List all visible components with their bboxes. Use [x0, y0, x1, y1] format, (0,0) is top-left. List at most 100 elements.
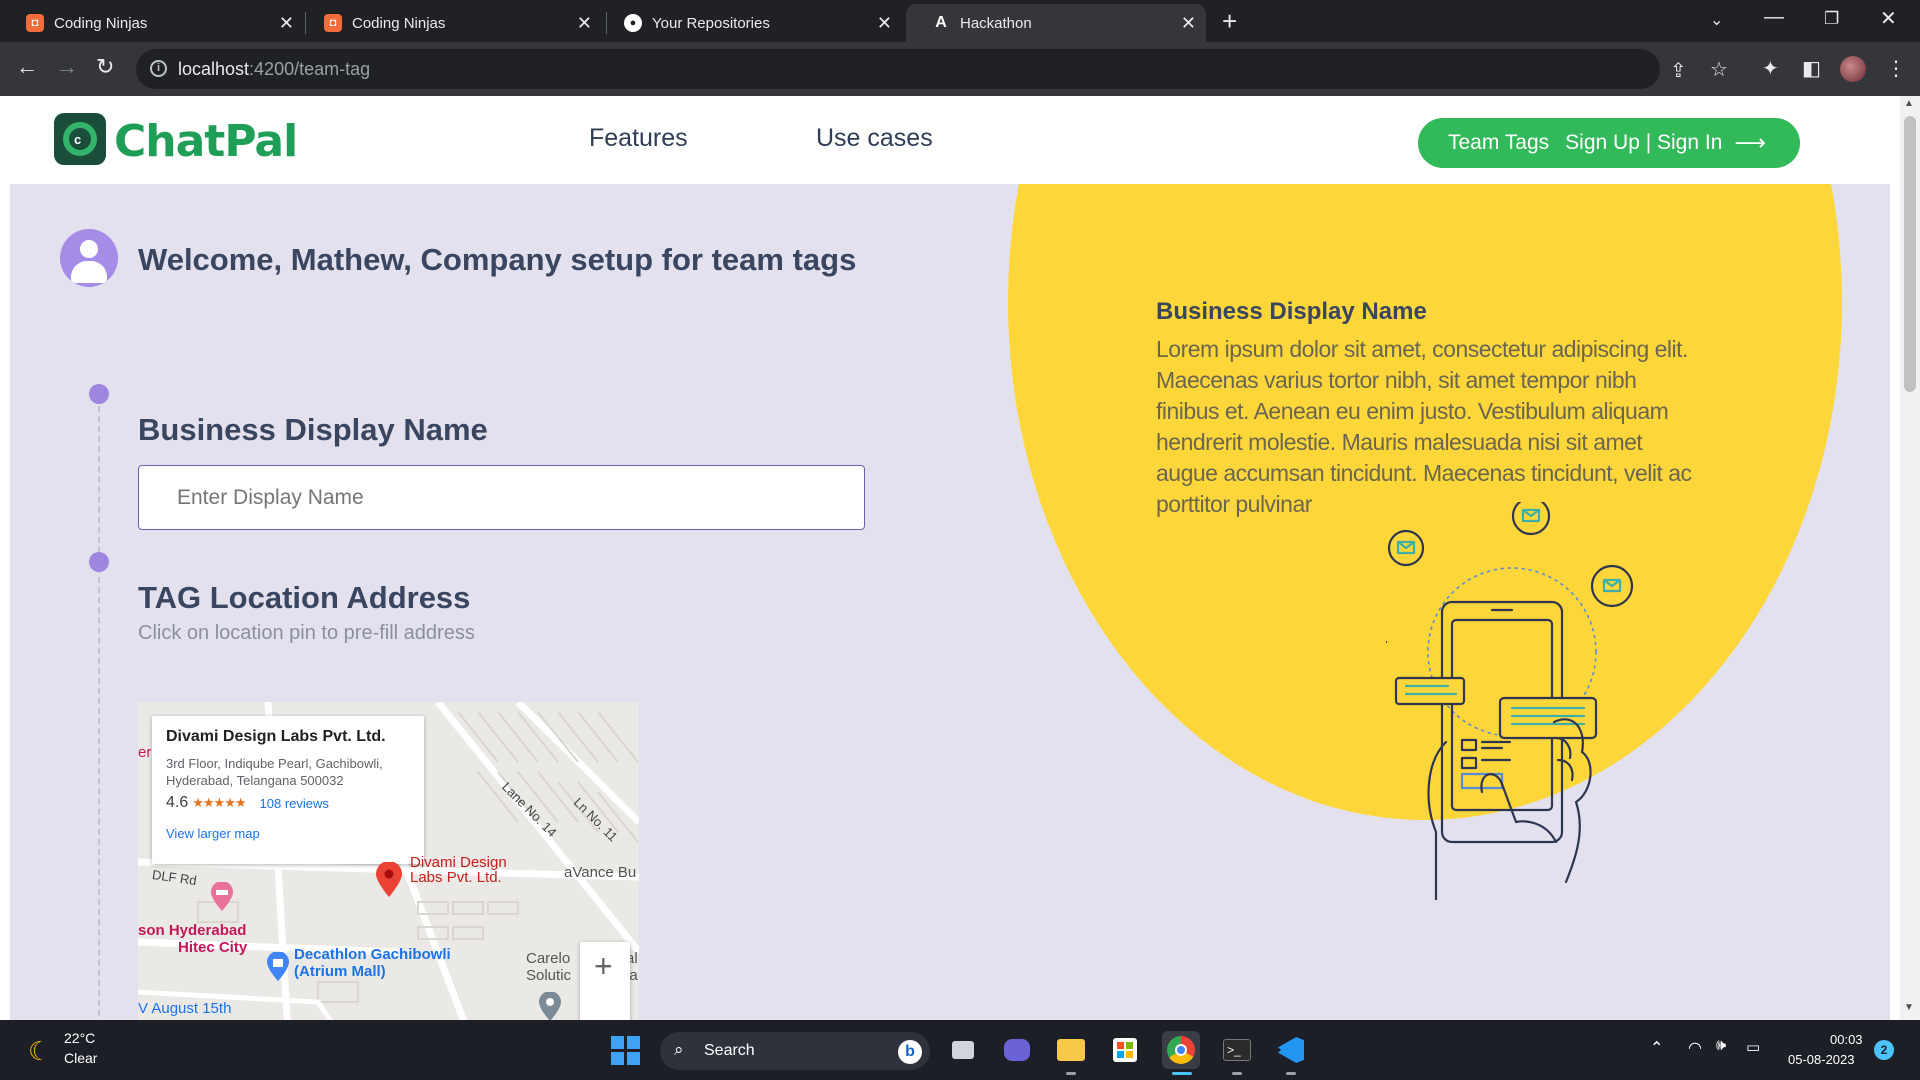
address-bar[interactable]: i localhost:4200/team-tag ⇪ ☆: [136, 49, 1728, 89]
restore-button[interactable]: ❐: [1824, 9, 1839, 29]
browser-tabstrip: ◘ Coding Ninjas ✕ ◘ Coding Ninjas ✕ ● Yo…: [0, 0, 1920, 42]
volume-icon[interactable]: 🕪: [1716, 1037, 1726, 1055]
weather-condition[interactable]: Clear: [64, 1050, 97, 1066]
weather-temperature[interactable]: 22°C: [64, 1030, 95, 1046]
signup-signin-link[interactable]: Sign Up | Sign In: [1565, 131, 1722, 155]
preview-title: Business Display Name: [1156, 298, 1427, 325]
nav-use-cases[interactable]: Use cases: [816, 124, 933, 153]
file-explorer-icon[interactable]: [1052, 1031, 1090, 1069]
tab-label: Coding Ninjas: [54, 14, 148, 32]
scroll-down-icon[interactable]: ▼: [1904, 1002, 1914, 1013]
close-icon[interactable]: ✕: [279, 13, 294, 34]
tab-search-icon[interactable]: ⌄: [1710, 10, 1723, 30]
notification-badge[interactable]: 2: [1874, 1040, 1894, 1060]
hotel-label: son Hyderabad Hitec City: [138, 922, 248, 956]
map-pin-icon[interactable]: [374, 862, 404, 898]
tab-label: Hackathon: [960, 14, 1032, 32]
view-larger-map-link[interactable]: View larger map: [166, 826, 410, 841]
clock-date[interactable]: 05-08-2023: [1788, 1052, 1855, 1067]
menu-icon[interactable]: ⋮: [1886, 56, 1906, 81]
taskbar-search[interactable]: ⌕ Search b: [660, 1032, 930, 1070]
minimize-button[interactable]: —: [1764, 6, 1784, 29]
browser-toolbar: ← → ↻ i localhost:4200/team-tag ⇪ ☆ ✦ ◧ …: [0, 42, 1920, 96]
back-button[interactable]: ←: [16, 54, 38, 80]
bookmark-star-icon[interactable]: ☆: [1710, 57, 1728, 82]
windows-logo-icon: [610, 1035, 640, 1065]
team-tags-auth-button[interactable]: Team Tags Sign Up | Sign In ⟶: [1418, 118, 1800, 168]
terminal-icon[interactable]: >_: [1218, 1031, 1256, 1069]
url-text: localhost:4200/team-tag: [178, 59, 371, 79]
hotel-pin-icon[interactable]: [210, 882, 234, 912]
shopping-pin-icon[interactable]: [266, 952, 290, 982]
map-place-label: Carelo Solutic: [526, 950, 572, 984]
reviews-link[interactable]: 108 reviews: [260, 796, 329, 811]
close-icon[interactable]: ✕: [1181, 13, 1196, 34]
location-subtitle: Click on location pin to pre-fill addres…: [138, 622, 475, 644]
extensions-icon[interactable]: ✦: [1762, 56, 1779, 81]
chrome-icon[interactable]: [1162, 1031, 1200, 1069]
place-name: Divami Design Labs Pvt. Ltd.: [166, 728, 386, 745]
page-scrollbar[interactable]: ▲ ▼: [1900, 96, 1920, 1020]
location-pin-icon[interactable]: [538, 992, 562, 1020]
coding-ninjas-icon: ◘: [324, 14, 342, 32]
scroll-up-icon[interactable]: ▲: [1904, 98, 1914, 109]
star-rating-icon: ★★★★★: [192, 795, 246, 810]
wifi-icon[interactable]: ◠: [1688, 1038, 1702, 1058]
tab-hackathon[interactable]: A Hackathon ✕: [906, 4, 1206, 42]
chevron-up-icon[interactable]: ⌃: [1650, 1038, 1663, 1058]
map-pin-label: Divami Design Labs Pvt. Ltd.: [410, 854, 507, 886]
web-page: c ChatPal Features Use cases Team Tags S…: [0, 96, 1920, 1020]
moon-weather-icon[interactable]: ☾: [28, 1036, 51, 1067]
place-address: 3rd Floor, Indiqube Pearl, Gachibowli, H…: [166, 756, 383, 788]
angular-icon: A: [935, 14, 947, 31]
start-button[interactable]: [606, 1031, 644, 1069]
coding-ninjas-icon: ◘: [26, 14, 44, 32]
share-icon[interactable]: ⇪: [1670, 58, 1687, 83]
reload-button[interactable]: ↻: [96, 54, 114, 80]
battery-icon[interactable]: ▭: [1746, 1038, 1760, 1056]
new-tab-button[interactable]: +: [1222, 6, 1237, 37]
tab-label: Your Repositories: [652, 14, 770, 32]
location-title: TAG Location Address: [138, 580, 471, 615]
nav-features[interactable]: Features: [589, 124, 688, 153]
arrow-right-icon: ⟶: [1734, 130, 1766, 155]
team-tags-link[interactable]: Team Tags: [1448, 131, 1549, 155]
decathlon-label: Decathlon Gachibowli (Atrium Mall): [294, 946, 451, 980]
github-icon: ●: [624, 14, 642, 32]
bing-icon[interactable]: b: [898, 1040, 922, 1064]
site-info-icon[interactable]: i: [150, 60, 167, 77]
timeline-line: [98, 396, 100, 1020]
team-tag-section: Welcome, Mathew, Company setup for team …: [10, 184, 1890, 1020]
close-window-button[interactable]: ✕: [1880, 6, 1897, 31]
profile-avatar[interactable]: [1840, 56, 1866, 82]
phone-chat-illustration: [1386, 502, 1634, 900]
welcome-heading: Welcome, Mathew, Company setup for team …: [138, 242, 857, 277]
search-icon: ⌕: [674, 1040, 684, 1059]
side-panel-icon[interactable]: ◧: [1802, 56, 1821, 81]
google-map-embed[interactable]: Divami Design Labs Pvt. Ltd. 3rd Floor, …: [138, 702, 639, 1020]
timeline-dot: [89, 384, 109, 404]
tab-coding-ninjas-1[interactable]: ◘ Coding Ninjas ✕: [0, 4, 304, 42]
display-name-title: Business Display Name: [138, 412, 488, 447]
close-icon[interactable]: ✕: [577, 13, 592, 34]
chatpal-logo-icon[interactable]: c: [54, 113, 106, 165]
display-name-input[interactable]: [138, 465, 865, 530]
logo-text[interactable]: ChatPal: [114, 116, 298, 167]
search-label: Search: [704, 1042, 755, 1059]
tab-coding-ninjas-2[interactable]: ◘ Coding Ninjas ✕: [298, 4, 602, 42]
close-icon[interactable]: ✕: [877, 13, 892, 34]
tab-your-repositories[interactable]: ● Your Repositories ✕: [598, 4, 902, 42]
vscode-icon[interactable]: [1272, 1031, 1310, 1069]
task-view-button[interactable]: [944, 1031, 982, 1069]
microsoft-store-icon[interactable]: [1106, 1031, 1144, 1069]
map-place-label: aVance Bu: [564, 864, 637, 881]
scrollbar-thumb[interactable]: [1904, 116, 1916, 392]
zoom-in-button[interactable]: +: [594, 948, 613, 985]
map-place-label: V August 15th: [138, 1000, 232, 1017]
map-zoom-control[interactable]: +: [580, 942, 630, 1020]
tab-label: Coding Ninjas: [352, 14, 446, 32]
clock-time[interactable]: 00:03: [1830, 1032, 1863, 1047]
forward-button[interactable]: →: [56, 54, 78, 80]
map-partial-label: er: [138, 744, 152, 761]
teams-chat-icon[interactable]: [998, 1031, 1036, 1069]
